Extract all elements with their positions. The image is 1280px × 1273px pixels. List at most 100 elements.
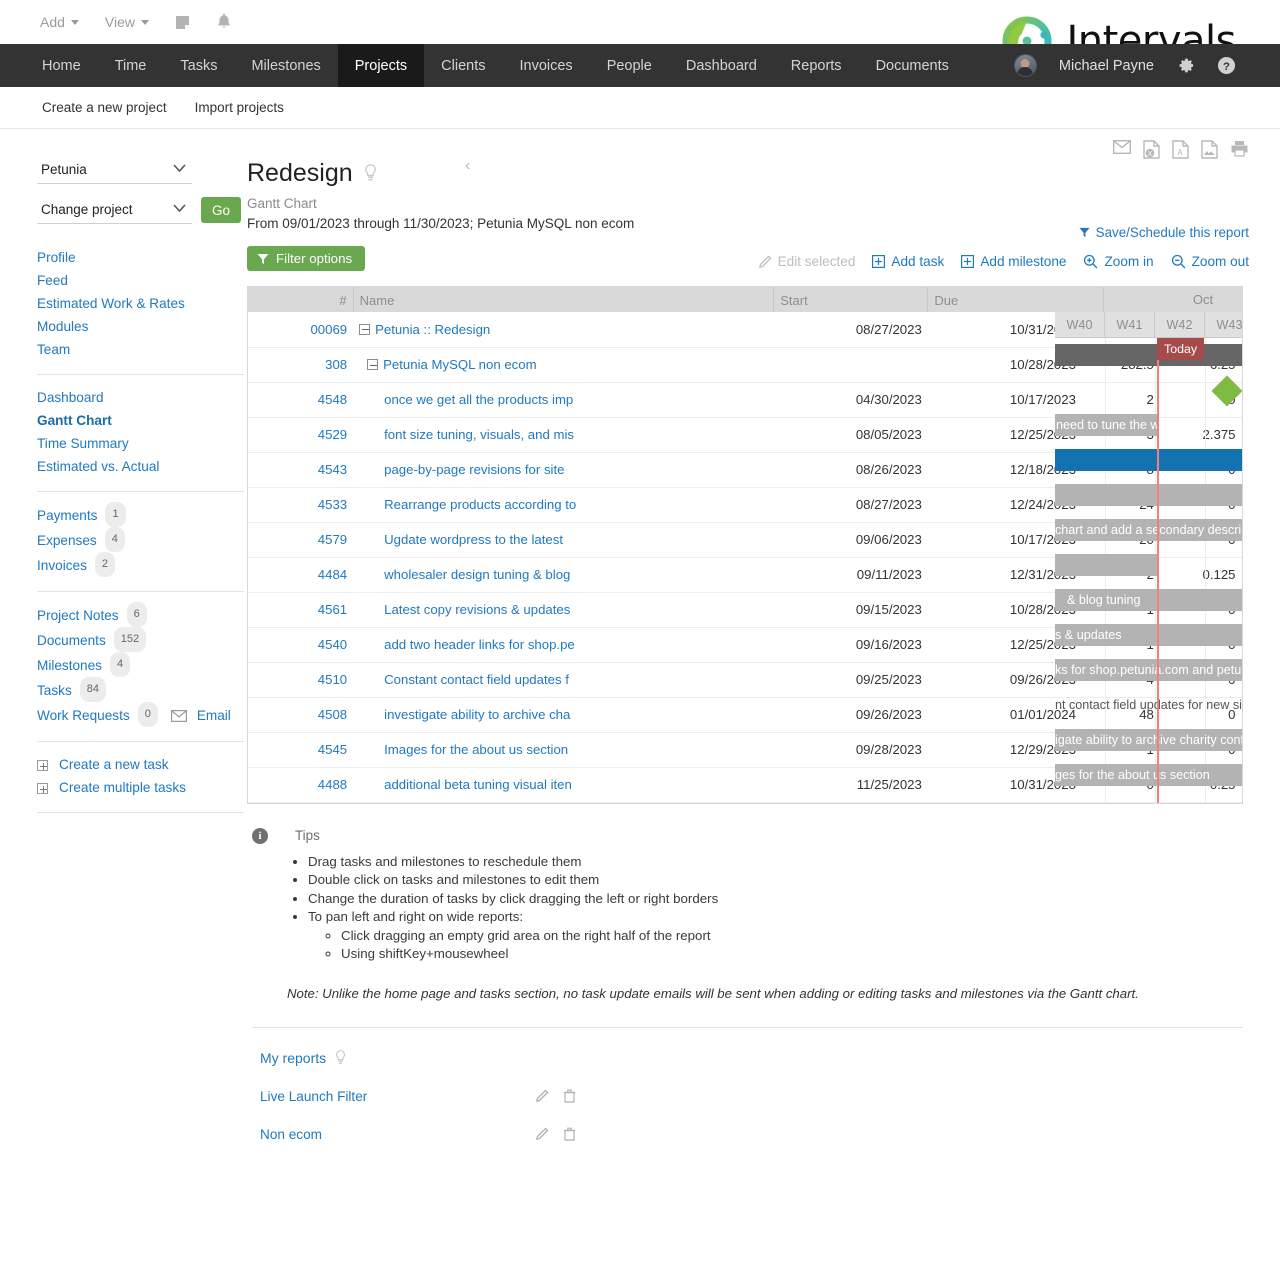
change-project-select[interactable]: Change project [37, 196, 192, 224]
nav-time[interactable]: Time [98, 44, 164, 87]
save-schedule-report-link[interactable]: Save/Schedule this report [1079, 225, 1249, 240]
row-name-link[interactable]: page-by-page revisions for site [384, 462, 564, 477]
add-task-button[interactable]: Add task [872, 254, 944, 269]
gantt-row-bar[interactable]: s & updates [1055, 618, 1242, 653]
row-name-link[interactable]: Ugdate wordpress to the latest [384, 532, 563, 547]
gantt-row-bar[interactable] [1055, 443, 1242, 478]
edit-icon[interactable] [535, 1089, 549, 1103]
row-name-link[interactable]: Rearrange products according to [384, 497, 576, 512]
lightbulb-icon[interactable] [364, 164, 377, 183]
add-milestone-button[interactable]: Add milestone [961, 254, 1066, 269]
sidebar-item-feed[interactable]: Feed [37, 269, 241, 292]
row-name-link[interactable]: font size tuning, visuals, and mis [384, 427, 574, 442]
nav-milestones[interactable]: Milestones [234, 44, 337, 87]
bell-icon[interactable] [216, 13, 232, 31]
gantt-bar[interactable]: need to tune the w [1055, 414, 1158, 436]
gantt-timeline-pane[interactable]: Oct Nov Dec W40 W41 W42 W43 W44 W45 W46 … [1055, 287, 1242, 803]
user-name[interactable]: Michael Payne [1059, 58, 1154, 74]
gantt-bar-project[interactable] [1055, 344, 1242, 366]
report-name-live-launch-filter[interactable]: Live Launch Filter [260, 1089, 535, 1104]
delete-icon[interactable] [563, 1089, 576, 1103]
envelope-icon[interactable] [170, 709, 187, 722]
gantt-row-bar[interactable] [1055, 478, 1242, 513]
row-number[interactable]: 4484 [248, 557, 354, 593]
sidebar-item-tasks-label[interactable]: Tasks [37, 679, 72, 702]
sidebar-item-tasks[interactable]: Tasks 84 [37, 677, 241, 703]
sidebar-item-work-requests-label[interactable]: Work Requests [37, 704, 130, 727]
email-icon[interactable] [1113, 140, 1131, 159]
row-number[interactable]: 4533 [248, 487, 354, 523]
row-number[interactable]: 4510 [248, 662, 354, 698]
sidebar-item-milestones[interactable]: Milestones 4 [37, 652, 241, 678]
add-menu[interactable]: Add [40, 14, 79, 30]
gantt-row-bar[interactable]: nt contact field updates for new sign-up… [1055, 688, 1242, 723]
import-projects-link[interactable]: Import projects [195, 100, 284, 115]
gantt-bar[interactable] [1055, 449, 1242, 471]
sidebar-item-documents[interactable]: Documents 152 [37, 627, 241, 653]
go-button[interactable]: Go [201, 197, 242, 223]
gantt-row-bar[interactable] [1055, 793, 1242, 803]
row-number[interactable]: 4545 [248, 732, 354, 768]
create-multiple-tasks-label[interactable]: Create multiple tasks [59, 776, 186, 799]
col-header-name[interactable]: Name [353, 287, 775, 312]
view-menu[interactable]: View [105, 14, 150, 30]
gantt-row-bar[interactable]: ks for shop.petunia.com and petuniaoutle… [1055, 653, 1242, 688]
sidebar-item-documents-label[interactable]: Documents [37, 629, 106, 652]
row-number[interactable]: 4488 [248, 767, 354, 803]
gantt-bar[interactable]: & blog tuning [1055, 589, 1242, 611]
zoom-out-button[interactable]: Zoom out [1171, 254, 1249, 269]
gantt-bar[interactable]: igate ability to archive charity content… [1055, 729, 1242, 751]
create-new-task[interactable]: Create a new task [37, 753, 241, 776]
gantt-bar[interactable]: ges for the about us section [1055, 764, 1242, 786]
filter-options-button[interactable]: Filter options [247, 246, 366, 271]
sidebar-item-expenses-label[interactable]: Expenses [37, 529, 97, 552]
row-number[interactable]: 4561 [248, 592, 354, 628]
work-requests-email-link[interactable]: Email [197, 704, 231, 727]
print-icon[interactable] [1230, 140, 1249, 159]
sidebar-item-expenses[interactable]: Expenses 4 [37, 527, 241, 553]
sidebar-item-estimated-work-rates[interactable]: Estimated Work & Rates [37, 292, 241, 315]
collapse-icon[interactable] [359, 323, 371, 335]
row-name-link[interactable]: Images for the about us section [384, 742, 568, 757]
sidebar-item-gantt-chart[interactable]: Gantt Chart [37, 409, 241, 432]
collapse-icon[interactable] [367, 359, 379, 370]
row-number[interactable]: 4529 [248, 417, 354, 453]
gantt-chart[interactable]: # Name Start Due Est Act 00069 Petunia :… [247, 286, 1243, 804]
note-icon[interactable] [175, 15, 190, 30]
gantt-row-bar[interactable] [1055, 548, 1242, 583]
pdf-icon[interactable]: A [1172, 140, 1189, 159]
avatar[interactable] [1013, 54, 1037, 77]
gantt-bar[interactable] [1055, 484, 1242, 506]
row-number[interactable]: 4508 [248, 697, 354, 733]
nav-reports[interactable]: Reports [774, 44, 859, 87]
sidebar-item-time-summary[interactable]: Time Summary [37, 432, 241, 455]
sidebar-item-invoices-label[interactable]: Invoices [37, 554, 87, 577]
report-name-non-ecom[interactable]: Non ecom [260, 1127, 535, 1142]
row-name-link[interactable]: once we get all the products imp [384, 392, 573, 407]
row-name-link[interactable]: additional beta tuning visual iten [384, 777, 572, 792]
edit-icon[interactable] [535, 1127, 549, 1141]
create-multiple-tasks[interactable]: Create multiple tasks [37, 776, 241, 799]
gantt-row-bar[interactable] [1055, 338, 1242, 373]
nav-tasks[interactable]: Tasks [163, 44, 234, 87]
gear-icon[interactable] [1176, 56, 1195, 75]
sidebar-item-payments[interactable]: Payments 1 [37, 502, 241, 528]
row-name-link[interactable]: Constant contact field updates f [384, 672, 569, 687]
gantt-row-bar[interactable]: igate ability to archive charity content… [1055, 723, 1242, 758]
col-header-start[interactable]: Start [773, 287, 929, 312]
nav-dashboard[interactable]: Dashboard [669, 44, 774, 87]
row-name-link[interactable]: Petunia :: Redesign [375, 322, 490, 337]
sidebar-item-profile[interactable]: Profile [37, 246, 241, 269]
create-new-task-label[interactable]: Create a new task [59, 753, 169, 776]
row-name-link[interactable]: Petunia MySQL non ecom [383, 357, 536, 372]
sidebar-item-invoices[interactable]: Invoices 2 [37, 552, 241, 578]
edit-selected-button[interactable]: Edit selected [758, 254, 855, 269]
lightbulb-icon[interactable] [335, 1049, 346, 1066]
row-name-link[interactable]: wholesaler design tuning & blog [384, 567, 570, 582]
col-header-number[interactable]: # [248, 287, 354, 312]
create-new-project-link[interactable]: Create a new project [42, 100, 167, 115]
gantt-bar[interactable]: s & updates [1055, 624, 1242, 646]
my-reports-title[interactable]: My reports [260, 1050, 326, 1066]
gantt-row-bar[interactable]: need to tune the w [1055, 408, 1242, 443]
row-name-link[interactable]: Latest copy revisions & updates [384, 602, 570, 617]
